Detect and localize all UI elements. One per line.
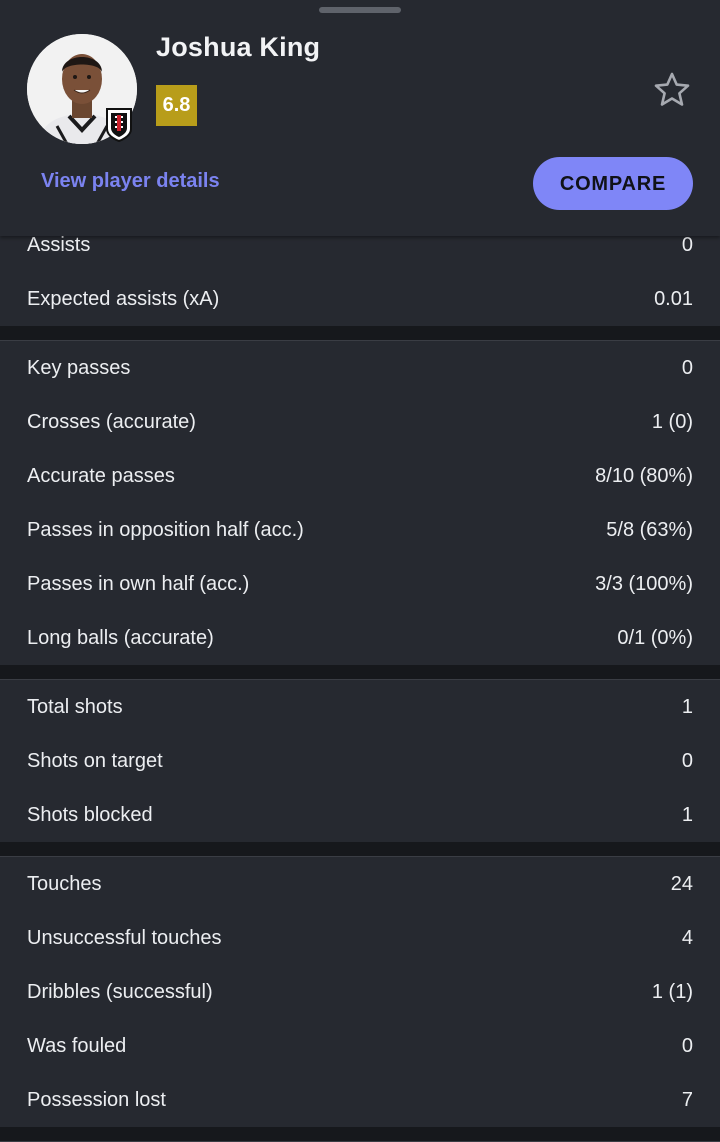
stat-label: Passes in opposition half (acc.) [27,518,304,541]
stat-label: Expected assists (xA) [27,287,220,310]
stat-label: Accurate passes [27,464,175,487]
star-outline-icon[interactable] [652,70,692,110]
section-divider [0,326,720,341]
stat-value: 1 [681,803,693,826]
stat-value: 1 [681,695,693,718]
stat-value: 0 [681,1034,693,1057]
stat-label: Unsuccessful touches [27,926,222,949]
stats-group: Key passes 0 Crosses (accurate) 1 (0) Accu… [0,341,720,665]
stat-label: Key passes [27,356,131,379]
section-divider [0,1127,720,1142]
stat-label: Was fouled [27,1034,127,1057]
list-item: Possession lost 7 [0,1073,720,1127]
player-name: Joshua King [156,32,321,62]
list-item: Shots on target 0 [0,734,720,788]
view-player-details-link[interactable]: View player details [41,170,220,193]
stat-label: Touches [27,872,102,895]
fulham-crest-icon [105,107,133,143]
stat-value: 5/8 (63%) [606,518,693,541]
section-divider [0,842,720,857]
list-item: Long balls (accurate) 0/1 (0%) [0,611,720,665]
list-item: Touches 24 [0,857,720,911]
stat-value: 0.01 [654,287,693,310]
list-item: Shots blocked 1 [0,788,720,842]
stat-label: Shots blocked [27,803,153,826]
stat-label: Total shots [27,695,123,718]
stats-group: Total shots 1 Shots on target 0 Shots bloc… [0,680,720,842]
stat-label: Dribbles (successful) [27,980,213,1003]
list-item: Key passes 0 [0,341,720,395]
list-item: Dribbles (successful) 1 (1) [0,965,720,1019]
rating-badge: 6.8 [156,85,197,126]
player-stats-sheet: Joshua King 6.8 View player details COMP… [0,0,720,1142]
stat-value: 0 [681,233,693,256]
stat-value: 4 [681,926,693,949]
list-item: Crosses (accurate) 1 (0) [0,395,720,449]
section-divider [0,665,720,680]
stat-value: 3/3 (100%) [595,572,693,595]
list-item: Was fouled 0 [0,1019,720,1073]
stat-value: 24 [670,872,693,895]
stat-value: 7 [681,1088,693,1111]
stat-label: Possession lost [27,1088,166,1111]
stats-list: Assists 0 Expected assists (xA) 0.01 Key p… [0,218,720,1142]
stat-label: Passes in own half (acc.) [27,572,250,595]
player-header: Joshua King 6.8 View player details COMP… [0,0,720,236]
stat-value: 0 [681,749,693,772]
drag-handle[interactable] [319,7,401,13]
stat-value: 0/1 (0%) [617,626,693,649]
list-item: Passes in own half (acc.) 3/3 (100%) [0,557,720,611]
stat-label: Shots on target [27,749,163,772]
list-item: Accurate passes 8/10 (80%) [0,449,720,503]
stat-value: 1 (0) [651,410,693,433]
stat-label: Long balls (accurate) [27,626,214,649]
stat-label: Assists [27,233,91,256]
stat-value: 1 (1) [651,980,693,1003]
list-item: Passes in opposition half (acc.) 5/8 (63%… [0,503,720,557]
list-item: Expected assists (xA) 0.01 [0,272,720,326]
list-item: Total shots 1 [0,680,720,734]
stat-value: 0 [681,356,693,379]
stat-value: 8/10 (80%) [595,464,693,487]
stat-label: Crosses (accurate) [27,410,196,433]
stats-group: Touches 24 Unsuccessful touches 4 Dribbles… [0,857,720,1127]
list-item: Unsuccessful touches 4 [0,911,720,965]
compare-button[interactable]: COMPARE [533,157,693,210]
